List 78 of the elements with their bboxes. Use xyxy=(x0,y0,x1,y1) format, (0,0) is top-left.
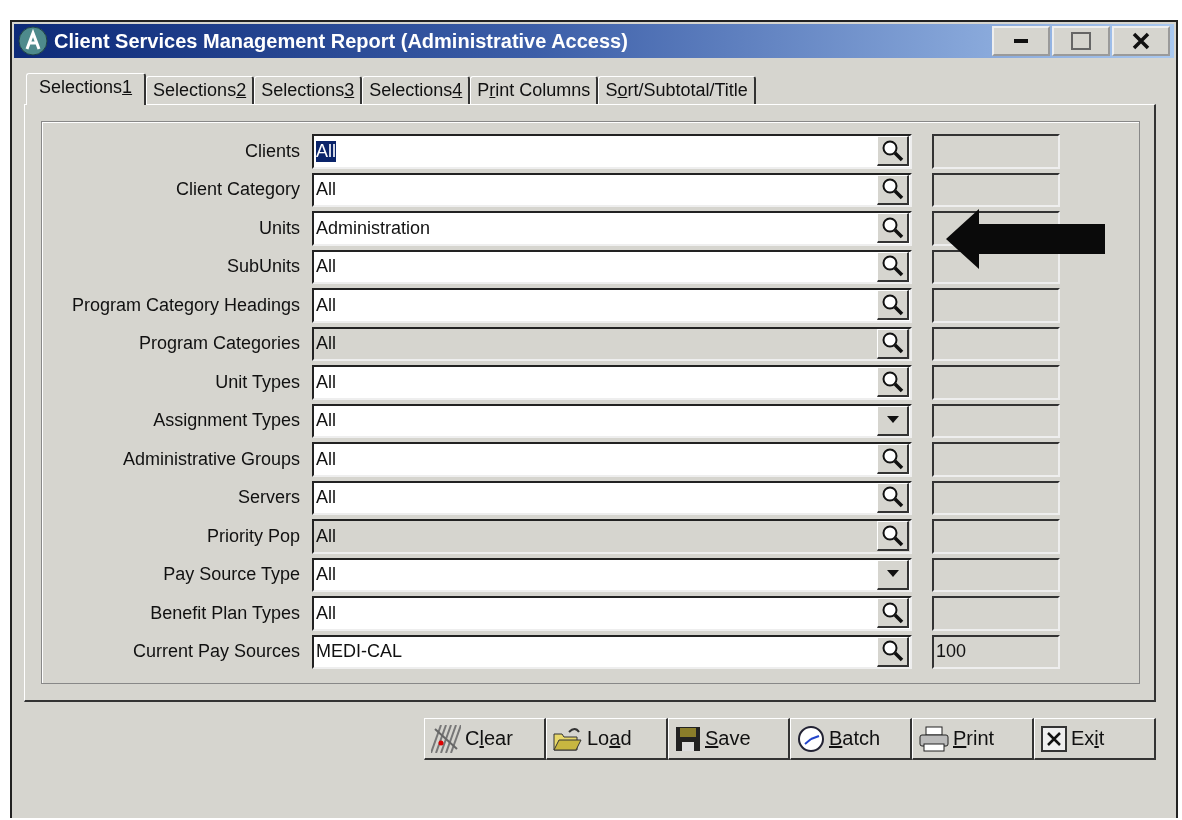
field-label: Program Categories xyxy=(137,333,301,355)
dropdown-field[interactable]: All xyxy=(312,403,912,438)
search-button[interactable] xyxy=(877,213,909,244)
field-label: Unit Types xyxy=(214,371,301,393)
field-label: Client Category xyxy=(174,179,301,201)
lookup-field[interactable]: Administration xyxy=(312,211,912,246)
search-button[interactable] xyxy=(877,290,909,321)
count-field: 100 xyxy=(932,634,1060,669)
field-label: SubUnits xyxy=(225,256,301,278)
search-icon xyxy=(880,292,905,317)
search-icon xyxy=(880,485,905,510)
close-button[interactable] xyxy=(1112,26,1170,56)
search-icon xyxy=(880,215,905,240)
lookup-field[interactable]: All xyxy=(312,442,912,477)
batch-button[interactable]: Batch xyxy=(790,718,912,760)
dropdown-button[interactable] xyxy=(877,559,909,590)
print-button[interactable]: Print xyxy=(912,718,1034,760)
lookup-field[interactable]: All xyxy=(312,480,912,515)
minimize-button[interactable] xyxy=(992,26,1050,56)
field-label: Clients xyxy=(243,140,301,162)
lookup-field[interactable]: All xyxy=(312,249,912,284)
search-icon xyxy=(880,254,905,279)
field-label: Assignment Types xyxy=(152,410,301,432)
lookup-field[interactable]: All xyxy=(312,134,912,169)
search-icon xyxy=(880,369,905,394)
search-icon xyxy=(880,177,905,202)
close-icon xyxy=(1041,725,1067,752)
search-icon xyxy=(880,600,905,625)
tab[interactable]: Selections3 xyxy=(254,76,363,104)
save-button[interactable]: Save xyxy=(668,718,790,760)
caret-icon xyxy=(886,416,899,425)
search-button[interactable] xyxy=(877,598,909,629)
lookup-field[interactable]: MEDI-CAL xyxy=(312,634,912,669)
tab[interactable]: Selections1 xyxy=(26,73,147,105)
load-button[interactable]: Load xyxy=(546,718,668,760)
search-icon xyxy=(880,138,905,163)
lookup-field[interactable]: All xyxy=(312,172,912,207)
field-label: Current Pay Sources xyxy=(131,641,301,663)
search-icon xyxy=(880,639,905,664)
tab[interactable]: Sort/Subtotal/Title xyxy=(598,76,756,104)
exit-button[interactable]: Exit xyxy=(1034,718,1156,760)
field-label: Program Category Headings xyxy=(70,294,301,316)
field-label: Priority Pop xyxy=(205,525,301,547)
search-button[interactable] xyxy=(877,174,909,205)
search-button[interactable] xyxy=(877,636,909,667)
folder-icon xyxy=(553,725,583,752)
printer-icon xyxy=(919,725,949,752)
maximize-icon xyxy=(1071,32,1091,50)
search-icon xyxy=(880,446,905,471)
minimize-icon xyxy=(1014,39,1028,43)
app-logo-icon xyxy=(18,26,48,56)
search-icon xyxy=(880,331,905,356)
field-label: Benefit Plan Types xyxy=(149,602,301,624)
search-button[interactable] xyxy=(877,251,909,282)
tab[interactable]: Selections2 xyxy=(146,76,255,104)
close-icon xyxy=(1132,32,1150,50)
dropdown-button[interactable] xyxy=(877,405,909,436)
search-button[interactable] xyxy=(877,482,909,513)
lookup-field[interactable]: All xyxy=(312,365,912,400)
lookup-field[interactable]: All xyxy=(312,596,912,631)
field-label: Administrative Groups xyxy=(121,448,301,470)
lookup-field[interactable]: All xyxy=(312,288,912,323)
maximize-button[interactable] xyxy=(1052,26,1110,56)
search-button[interactable] xyxy=(877,367,909,398)
field-label: Pay Source Type xyxy=(162,564,301,586)
caret-icon xyxy=(886,570,899,579)
tab[interactable]: Print Columns xyxy=(470,76,599,104)
dropdown-field[interactable]: All xyxy=(312,557,912,592)
search-button[interactable] xyxy=(877,136,909,167)
field-label: Servers xyxy=(237,487,301,509)
broom-icon xyxy=(431,724,461,753)
clear-button[interactable]: Clear xyxy=(424,718,546,760)
field-label: Units xyxy=(258,217,301,239)
clock-icon xyxy=(797,724,825,753)
search-button[interactable] xyxy=(877,444,909,475)
search-icon xyxy=(880,523,905,548)
window-title: Client Services Management Report (Administrative Access) xyxy=(54,29,628,53)
tab[interactable]: Selections4 xyxy=(362,76,471,104)
